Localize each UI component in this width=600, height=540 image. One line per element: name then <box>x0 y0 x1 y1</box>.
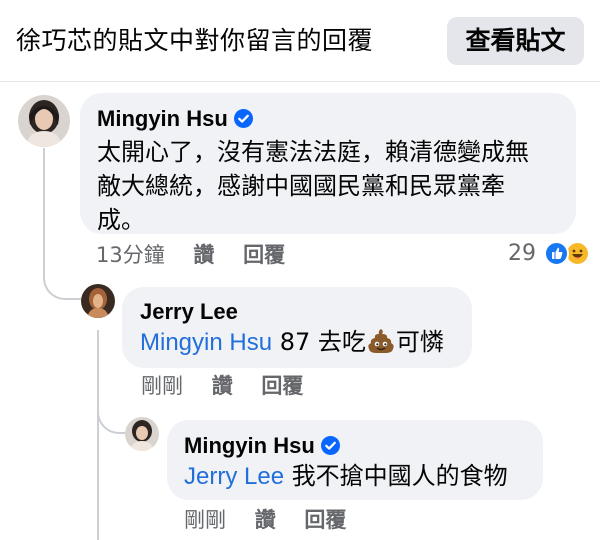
comment-bubble: Mingyin Hsu Jerry Lee 我不搶中國人的食物 <box>167 420 543 500</box>
comment-text: Jerry Lee 我不搶中國人的食物 <box>184 459 508 494</box>
comment-text-part: 87 去吃 <box>279 328 366 356</box>
avatar[interactable] <box>125 417 159 451</box>
view-post-button[interactable]: 查看貼文 <box>447 17 584 65</box>
thread-connector <box>43 262 81 300</box>
comment-time[interactable]: 剛剛 <box>184 506 226 534</box>
comment-text-part: 我不搶中國人的食物 <box>291 462 508 490</box>
thread-connector <box>97 400 125 434</box>
like-icon <box>544 241 569 266</box>
verified-badge-icon <box>320 436 340 455</box>
avatar[interactable] <box>18 95 70 147</box>
comment-actions: 13分鐘 讚 回覆 <box>96 241 307 269</box>
reply-button[interactable]: 回覆 <box>304 506 346 534</box>
like-button[interactable]: 讚 <box>255 506 276 534</box>
page-title: 徐巧芯的貼文中對你留言的回覆 <box>16 26 374 55</box>
thread-line <box>97 330 99 540</box>
mention-link[interactable]: Jerry Lee <box>184 463 284 490</box>
comment-time[interactable]: 剛剛 <box>141 372 183 400</box>
like-button[interactable]: 讚 <box>193 241 214 269</box>
comment-author[interactable]: Mingyin Hsu <box>184 433 340 459</box>
reply-button[interactable]: 回覆 <box>243 241 285 269</box>
comment-actions: 剛剛 讚 回覆 <box>141 372 325 400</box>
author-name[interactable]: Mingyin Hsu <box>184 433 315 458</box>
header-bar: 徐巧芯的貼文中對你留言的回覆 查看貼文 <box>0 0 600 82</box>
comment-bubble: Mingyin Hsu 太開心了，沒有憲法法庭，賴清德變成無 敵大總統，感謝中國… <box>80 93 576 234</box>
comment-time[interactable]: 13分鐘 <box>96 241 165 269</box>
comment-text-line: 太開心了，沒有憲法法庭，賴清德變成無 <box>97 138 529 166</box>
reaction-count[interactable]: 29 <box>508 240 536 268</box>
reply-button[interactable]: 回覆 <box>261 372 303 400</box>
author-name[interactable]: Mingyin Hsu <box>97 106 228 131</box>
comment-actions: 剛剛 讚 回覆 <box>184 506 368 534</box>
verified-badge-icon <box>233 109 253 128</box>
comment-text-line: 成。 <box>97 206 145 234</box>
author-name[interactable]: Jerry Lee <box>140 299 238 324</box>
comment-text: 太開心了，沒有憲法法庭，賴清德變成無 敵大總統，感謝中國國民黨和民眾黨牽 成。 <box>97 135 567 237</box>
poop-emoji-icon <box>368 329 394 353</box>
comment-author[interactable]: Mingyin Hsu <box>97 106 253 132</box>
like-button[interactable]: 讚 <box>212 372 233 400</box>
comment-text-line: 敵大總統，感謝中國國民黨和民眾黨牽 <box>97 172 505 200</box>
comment-text: Mingyin Hsu 87 去吃 可憐 <box>140 325 444 360</box>
mention-link[interactable]: Mingyin Hsu <box>140 329 272 356</box>
comment-author[interactable]: Jerry Lee <box>140 299 238 325</box>
comment-text-part: 可憐 <box>395 328 444 356</box>
comment-bubble: Jerry Lee Mingyin Hsu 87 去吃 可憐 <box>122 287 472 368</box>
thread-line <box>43 148 45 268</box>
avatar[interactable] <box>81 284 115 318</box>
